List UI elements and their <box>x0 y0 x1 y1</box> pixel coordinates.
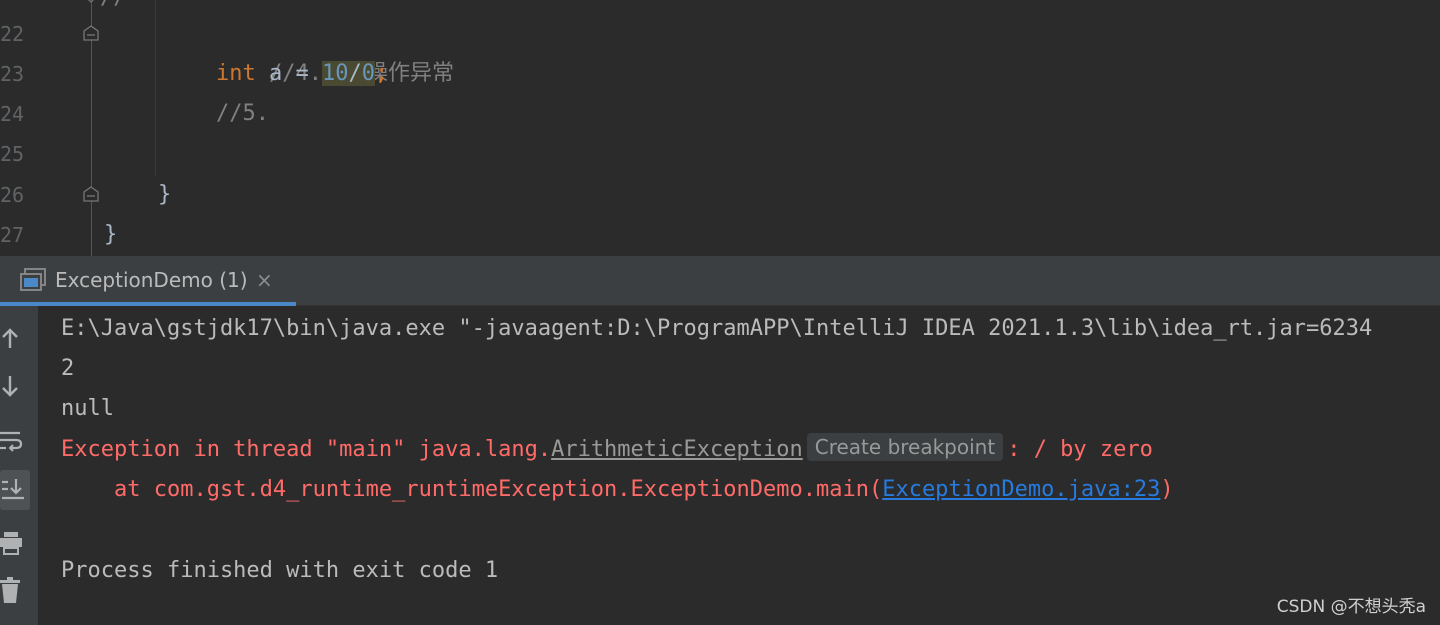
console-output[interactable]: E:\Java\gstjdk17\bin\java.exe "-javaagen… <box>38 306 1440 625</box>
print-button[interactable] <box>0 522 30 562</box>
trash-icon <box>0 577 20 603</box>
code-var: a = <box>255 61 322 86</box>
highlighted-expression: 10/0 <box>321 61 375 86</box>
console-output-line: 2 <box>61 356 75 381</box>
clear-button[interactable] <box>0 571 30 611</box>
indent-guide <box>155 0 156 176</box>
fold-end-icon[interactable] <box>83 186 99 202</box>
exception-line: Exception in thread "main" java.lang.Ari… <box>61 430 1153 470</box>
scroll-to-end-button[interactable] <box>0 470 30 510</box>
operator: / <box>348 61 362 86</box>
process-finished-line: Process finished with exit code 1 <box>61 558 499 583</box>
number-literal: 10 <box>321 61 349 86</box>
watermark: CSDN @不想头秃a <box>1276 597 1426 617</box>
soft-wrap-icon <box>0 431 23 452</box>
line-number: 25 <box>0 142 25 166</box>
create-breakpoint-button[interactable]: Create breakpoint <box>806 433 1004 461</box>
console-command-line: E:\Java\gstjdk17\bin\java.exe "-javaagen… <box>61 316 1373 341</box>
up-button[interactable] <box>0 318 30 358</box>
stack-trace-prefix: at com.gst.d4_runtime_runtimeException.E… <box>61 477 883 502</box>
code-editor[interactable]: // 22 23 24 25 26 27 //4.数学操作异常 int a = … <box>0 0 1440 256</box>
source-file-link[interactable]: ExceptionDemo.java:23 <box>882 477 1160 502</box>
exception-class-link[interactable]: ArithmeticException <box>551 437 803 462</box>
line-number: 24 <box>0 102 25 126</box>
tab-label: ExceptionDemo (1) <box>55 268 248 292</box>
code-line-comment: //4.数学操作异常 <box>216 14 454 86</box>
tab-exception-demo[interactable]: ExceptionDemo (1) × <box>0 256 296 306</box>
scroll-to-end-icon <box>2 479 24 500</box>
line-number: 26 <box>0 183 25 207</box>
console-toolbar <box>0 306 38 625</box>
semicolon: ; <box>374 61 389 86</box>
code-line-comment: //5. <box>216 101 269 126</box>
soft-wrap-button[interactable] <box>0 419 30 459</box>
code-line-partial: // <box>100 0 127 18</box>
console-output-line: null <box>61 396 114 421</box>
exception-prefix: Exception in thread "main" java.lang. <box>61 437 552 462</box>
code-line-statement: int a = 10/0; <box>216 54 388 94</box>
number-literal: 0 <box>361 61 375 86</box>
stack-trace-line: at com.gst.d4_runtime_runtimeException.E… <box>61 470 1174 510</box>
down-button[interactable] <box>0 368 30 408</box>
arrow-down-icon <box>2 376 18 397</box>
console-icon <box>20 268 46 291</box>
fold-top-icon[interactable] <box>83 0 99 10</box>
closing-brace: } <box>104 222 118 247</box>
print-icon <box>0 532 22 555</box>
keyword-int: int <box>216 61 256 86</box>
exception-message: : / by zero <box>1007 437 1153 462</box>
close-icon[interactable]: × <box>256 269 273 291</box>
stack-trace-suffix: ) <box>1160 477 1174 502</box>
run-tab-bar: ExceptionDemo (1) × <box>0 256 1440 306</box>
line-number: 27 <box>0 223 25 247</box>
line-number: 22 <box>0 22 25 46</box>
closing-brace: } <box>158 182 172 207</box>
line-number: 23 <box>0 62 25 86</box>
fold-end-icon[interactable] <box>83 25 99 41</box>
arrow-up-icon <box>2 328 18 348</box>
